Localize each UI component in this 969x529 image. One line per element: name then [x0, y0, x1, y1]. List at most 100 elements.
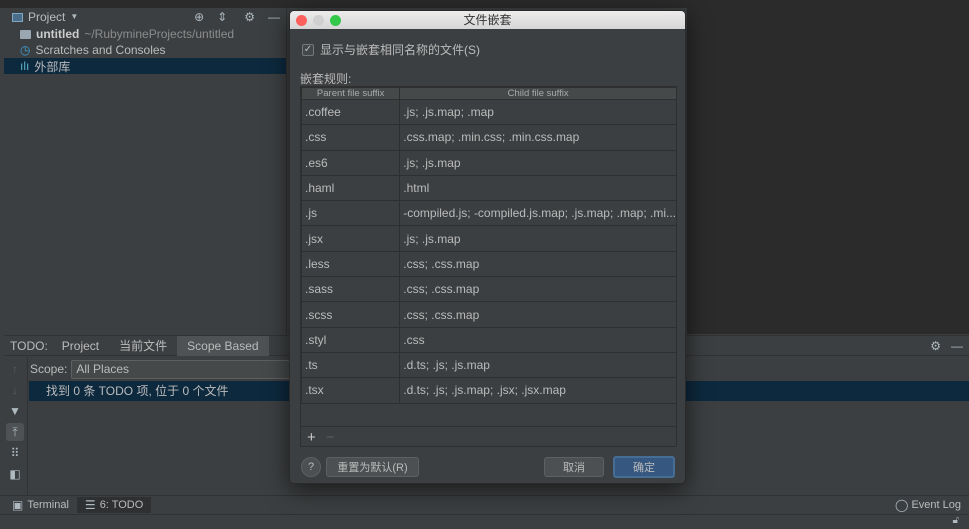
tree-item-scratches[interactable]: ◷ Scratches and Consoles: [4, 42, 286, 58]
parent-suffix-cell[interactable]: .scss: [300, 301, 401, 328]
tree-item-external-libraries[interactable]: ılı 外部库: [4, 58, 286, 74]
table-row[interactable]: .ts .d.ts; .js; .js.map: [300, 351, 677, 379]
scratches-label: Scratches and Consoles: [35, 43, 166, 57]
event-log-label: Event Log: [911, 499, 961, 511]
help-button[interactable]: ?: [301, 457, 321, 477]
locate-icon[interactable]: ⊕: [194, 11, 204, 23]
child-suffix-cell[interactable]: .html: [399, 174, 677, 202]
minimize-icon[interactable]: —: [951, 340, 963, 352]
close-button[interactable]: [296, 15, 307, 26]
minimize-button[interactable]: [313, 15, 324, 26]
add-icon[interactable]: +: [307, 429, 316, 446]
tab-current-file[interactable]: 当前文件: [109, 336, 177, 356]
child-suffix-cell[interactable]: .css; .css.map: [399, 276, 677, 303]
table-row[interactable]: .jsx .js; .js.map: [300, 225, 677, 252]
child-suffix-cell[interactable]: .js; .js.map: [399, 149, 677, 176]
child-suffix-cell[interactable]: .js; .js.map: [399, 225, 677, 252]
minimize-icon[interactable]: —: [268, 11, 280, 23]
lock-open-icon[interactable]: 🔓︎: [953, 516, 959, 526]
project-name: untitled: [36, 27, 80, 41]
list-icon: ☰: [84, 498, 96, 512]
arrow-up-icon[interactable]: ↑: [6, 360, 24, 378]
top-strip: [0, 0, 969, 8]
scope-label: Scope:: [30, 362, 68, 376]
zoom-button[interactable]: [330, 15, 341, 26]
todo-label: TODO:: [10, 338, 48, 353]
child-suffix-cell[interactable]: .css; .css.map: [399, 250, 677, 278]
terminal-button[interactable]: ▣ Terminal: [0, 499, 77, 511]
cancel-button[interactable]: 取消: [544, 457, 604, 477]
dialog-titlebar: 文件嵌套: [290, 11, 685, 29]
file-nesting-dialog: 文件嵌套 ✓ 显示与嵌套相同名称的文件(S) 嵌套规则: Parent file…: [289, 10, 686, 484]
tree-item-untitled[interactable]: untitled ~/RubymineProjects/untitled: [4, 26, 286, 42]
todo-button[interactable]: ☰ 6: TODO: [76, 497, 152, 513]
table-toolbar: + −: [301, 426, 676, 447]
parent-suffix-cell[interactable]: .jsx: [300, 225, 401, 252]
show-same-name-checkbox[interactable]: ✓ 显示与嵌套相同名称的文件(S): [302, 41, 480, 58]
table-row[interactable]: .styl .css: [300, 326, 677, 353]
editor-area: [687, 8, 969, 334]
child-suffix-cell[interactable]: .d.ts; .js; .js.map; .jsx; .jsx.map: [399, 377, 677, 404]
project-panel: Project ▼ ⊕ ⇕ ⚙ — untitled ~/RubyminePro…: [4, 8, 287, 334]
remove-icon[interactable]: −: [326, 429, 335, 446]
status-bar: 🔓︎: [0, 514, 969, 529]
table-row[interactable]: .es6 .js; .js.map: [300, 149, 677, 176]
column-header-parent[interactable]: Parent file suffix: [300, 87, 401, 100]
todo-button-label: 6: TODO: [99, 499, 144, 511]
table-row[interactable]: .js -compiled.js; -compiled.js.map; .js.m…: [300, 200, 677, 227]
scope-row: Scope: All Places: [30, 358, 292, 380]
parent-suffix-cell[interactable]: .es6: [300, 149, 401, 176]
child-suffix-cell[interactable]: .css.map; .min.css; .min.css.map: [399, 124, 677, 151]
checkbox-checked-icon[interactable]: ✓: [302, 43, 314, 56]
project-header: Project ▼ ⊕ ⇕ ⚙ —: [4, 8, 286, 26]
folder-icon: [20, 29, 31, 39]
autoscroll-icon[interactable]: ⤒: [6, 423, 24, 441]
project-path: ~/RubymineProjects/untitled: [84, 27, 235, 41]
child-suffix-cell[interactable]: -compiled.js; -compiled.js.map; .js.map;…: [399, 200, 677, 227]
child-suffix-cell[interactable]: .js; .js.map; .map: [399, 98, 677, 126]
table-row[interactable]: .tsx .d.ts; .js; .js.map; .jsx; .jsx.map: [300, 377, 677, 404]
checkbox-label: 显示与嵌套相同名称的文件(S): [320, 43, 480, 57]
arrow-down-icon[interactable]: ↓: [6, 381, 24, 399]
child-suffix-cell[interactable]: .css; .css.map: [399, 301, 677, 328]
tab-project[interactable]: Project: [52, 336, 109, 356]
child-suffix-cell[interactable]: .d.ts; .js; .js.map: [399, 351, 677, 379]
library-icon: ılı: [20, 59, 30, 73]
group-by-icon[interactable]: ⠿: [6, 444, 24, 462]
parent-suffix-cell[interactable]: .css: [300, 124, 401, 151]
scratches-icon: ◷: [20, 43, 31, 57]
dialog-title: 文件嵌套: [463, 13, 512, 27]
speech-bubble-icon: ◯: [895, 498, 909, 512]
preview-icon[interactable]: ◧: [6, 465, 24, 483]
tab-scope-based[interactable]: Scope Based: [177, 335, 269, 356]
gear-icon[interactable]: ⚙: [244, 11, 255, 23]
parent-suffix-cell[interactable]: .haml: [300, 174, 401, 202]
parent-suffix-cell[interactable]: .styl: [300, 326, 401, 353]
todo-toolbar: ↑ ↓ ▼ ⤒ ⠿ ◧: [4, 357, 28, 496]
parent-suffix-cell[interactable]: .ts: [300, 351, 401, 379]
reset-default-button[interactable]: 重置为默认(R): [326, 457, 419, 477]
parent-suffix-cell[interactable]: .tsx: [300, 377, 401, 404]
project-window-icon: [12, 12, 23, 22]
table-row[interactable]: .coffee .js; .js.map; .map: [300, 98, 677, 126]
table-row[interactable]: .sass .css; .css.map: [300, 276, 677, 303]
tool-window-bar: ▣ Terminal ☰ 6: TODO ◯ Event Log: [0, 495, 969, 514]
parent-suffix-cell[interactable]: .coffee: [300, 98, 401, 126]
table-row[interactable]: .less .css; .css.map: [300, 250, 677, 278]
ok-button[interactable]: 确定: [613, 456, 675, 478]
project-view-selector[interactable]: Project: [28, 10, 65, 24]
table-row[interactable]: .css .css.map; .min.css; .min.css.map: [300, 124, 677, 151]
parent-suffix-cell[interactable]: .js: [300, 200, 401, 227]
filter-icon[interactable]: ▼: [6, 402, 24, 420]
parent-suffix-cell[interactable]: .sass: [300, 276, 401, 303]
collapse-all-icon[interactable]: ⇕: [217, 11, 227, 23]
table-row[interactable]: .haml .html: [300, 174, 677, 202]
column-header-child[interactable]: Child file suffix: [399, 87, 677, 100]
table-row[interactable]: .scss .css; .css.map: [300, 301, 677, 328]
child-suffix-cell[interactable]: .css: [399, 326, 677, 353]
parent-suffix-cell[interactable]: .less: [300, 250, 401, 278]
scope-select[interactable]: All Places: [71, 359, 292, 379]
gear-icon[interactable]: ⚙: [930, 340, 941, 352]
chevron-down-icon[interactable]: ▼: [70, 13, 78, 21]
event-log-button[interactable]: ◯ Event Log: [895, 499, 969, 511]
